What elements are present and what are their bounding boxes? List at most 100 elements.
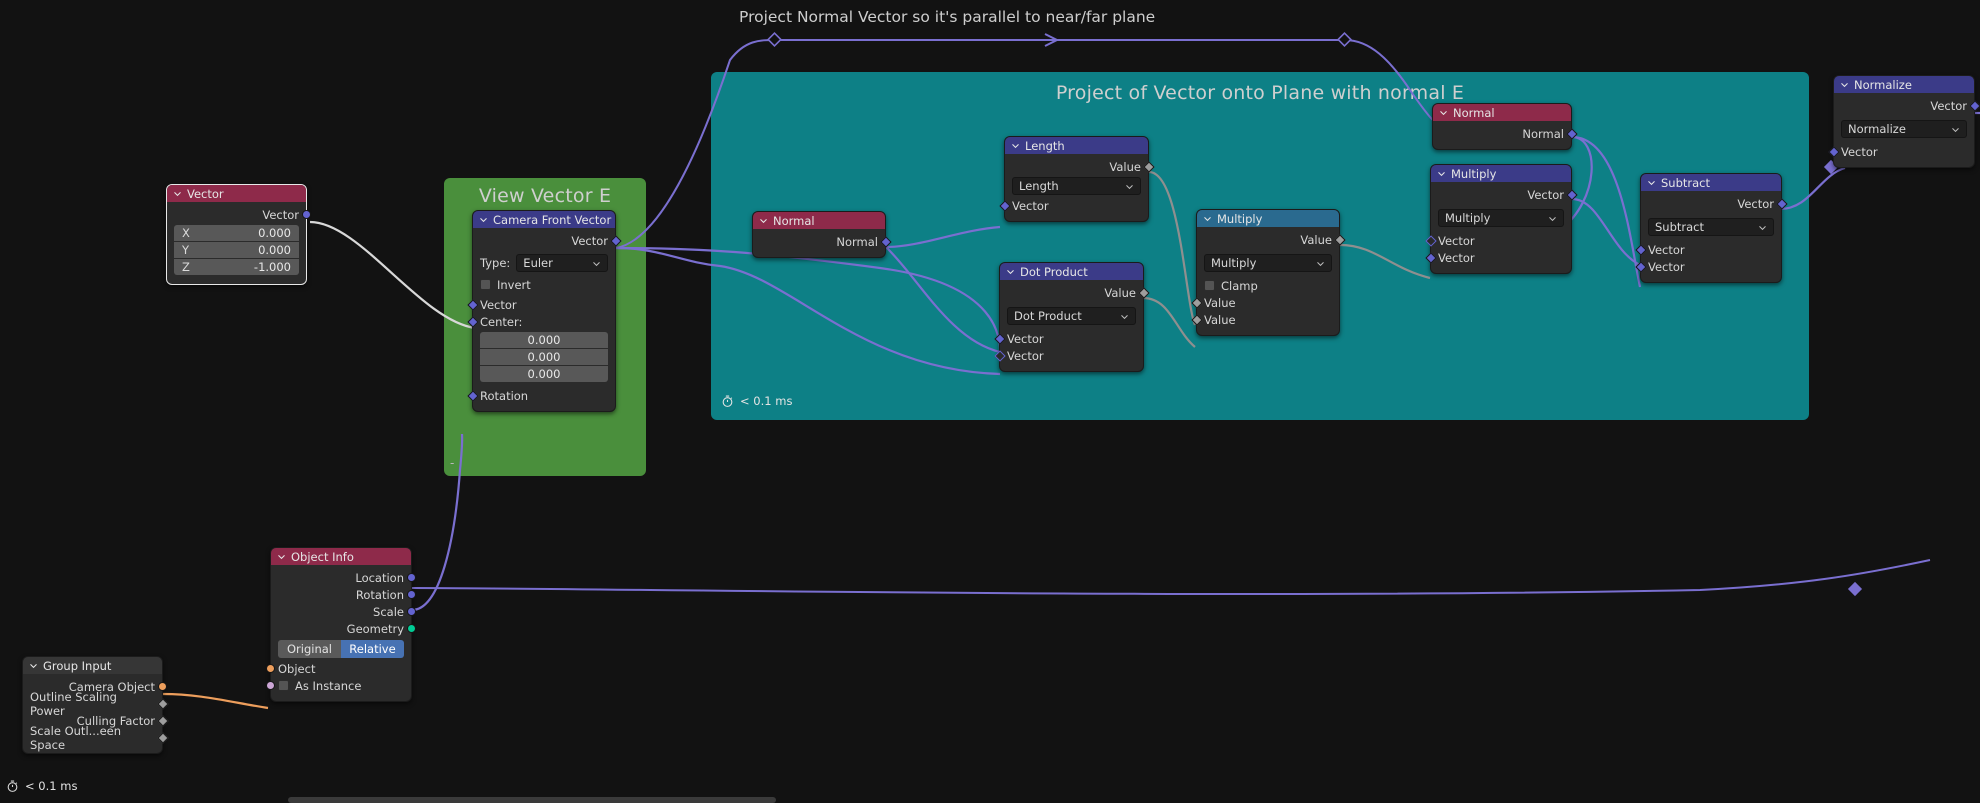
output-socket-scale[interactable]: [407, 607, 416, 616]
output-socket-geometry[interactable]: [407, 624, 416, 633]
node-camera-front-vector-header[interactable]: Camera Front Vector: [473, 211, 615, 228]
socket-row-vector-in-2[interactable]: Vector: [993, 347, 1143, 364]
field-x[interactable]: X 0.000: [174, 225, 299, 241]
socket-row-location[interactable]: Location: [271, 569, 416, 586]
input-socket-center[interactable]: [466, 315, 479, 328]
input-socket-vector-2[interactable]: [1634, 260, 1647, 273]
operation-dropdown[interactable]: Multiply: [1204, 254, 1332, 272]
socket-row-vector-in-1[interactable]: Vector: [1634, 241, 1781, 258]
as-instance-checkbox[interactable]: [278, 680, 289, 691]
socket-row-rotation-in[interactable]: Rotation: [466, 387, 615, 404]
socket-row-vector-in-2[interactable]: Vector: [1424, 249, 1571, 266]
input-socket-vector-1[interactable]: [993, 332, 1006, 345]
socket-row-value-out[interactable]: Value: [1000, 284, 1150, 301]
node-vector-input[interactable]: Vector Vector X 0.000 Y 0.000 Z -1.000: [166, 184, 311, 285]
input-socket-vector-1[interactable]: [1634, 243, 1647, 256]
center-z[interactable]: 0.000: [480, 366, 608, 382]
node-group-input-header[interactable]: Group Input: [23, 657, 162, 674]
socket-row-geometry[interactable]: Geometry: [271, 620, 416, 637]
chevron-down-icon[interactable]: [1011, 141, 1020, 150]
operation-dropdown[interactable]: Subtract: [1648, 218, 1774, 236]
socket-row-vector-out[interactable]: Vector: [1834, 97, 1980, 114]
chevron-down-icon[interactable]: [1437, 169, 1446, 178]
socket-row-as-instance[interactable]: As Instance: [266, 677, 411, 694]
input-socket-vector-2[interactable]: [1424, 251, 1437, 264]
clamp-checkbox[interactable]: [1204, 280, 1215, 291]
input-socket-object[interactable]: [266, 664, 275, 673]
toggle-original[interactable]: Original: [278, 640, 341, 658]
socket-row-vector-in[interactable]: Vector: [998, 197, 1148, 214]
socket-row-vector-in-2[interactable]: Vector: [1634, 258, 1781, 275]
output-socket-value[interactable]: [1333, 233, 1346, 246]
socket-row-outline-scaling-power[interactable]: Outline Scaling Power: [23, 690, 169, 718]
chevron-down-icon[interactable]: [29, 661, 38, 670]
output-socket-culling-factor[interactable]: [156, 714, 169, 727]
node-multiply-math-header[interactable]: Multiply: [1197, 210, 1339, 227]
center-x[interactable]: 0.000: [480, 332, 608, 348]
input-socket-value-2[interactable]: [1190, 313, 1203, 326]
node-multiply-vector[interactable]: Multiply Vector Multiply Vector Vector: [1424, 164, 1578, 274]
chevron-down-icon[interactable]: [1647, 178, 1656, 187]
field-z[interactable]: Z -1.000: [174, 259, 299, 275]
operation-row[interactable]: Length: [1005, 175, 1148, 197]
output-socket-vector[interactable]: [302, 210, 311, 219]
socket-row-normal-out[interactable]: Normal: [753, 233, 892, 250]
output-socket-vector[interactable]: [1565, 188, 1578, 201]
chevron-down-icon[interactable]: [1203, 214, 1212, 223]
socket-row-normal-out[interactable]: Normal: [1433, 125, 1578, 142]
chevron-down-icon[interactable]: [1006, 267, 1015, 276]
node-normal-a-header[interactable]: Normal: [753, 212, 885, 229]
output-socket-vector[interactable]: [1775, 197, 1788, 210]
node-dot-product[interactable]: Dot Product Value Dot Product Vector Vec…: [993, 262, 1150, 372]
socket-row-rotation[interactable]: Rotation: [271, 586, 416, 603]
type-row[interactable]: Type: Euler: [473, 253, 615, 273]
socket-row-scale[interactable]: Scale: [271, 603, 416, 620]
output-socket-value[interactable]: [1142, 160, 1155, 173]
node-subtract[interactable]: Subtract Vector Subtract Vector Vector: [1634, 173, 1788, 283]
input-socket-vector-2[interactable]: [993, 349, 1006, 362]
node-dot-product-header[interactable]: Dot Product: [1000, 263, 1143, 280]
socket-row-vector-in-1[interactable]: Vector: [1424, 232, 1571, 249]
chevron-down-icon[interactable]: [479, 215, 488, 224]
operation-row[interactable]: Dot Product: [1000, 305, 1143, 327]
input-socket-vector[interactable]: [998, 199, 1011, 212]
chevron-down-icon[interactable]: [277, 552, 286, 561]
output-socket-location[interactable]: [407, 573, 416, 582]
node-normal-a[interactable]: Normal Normal: [752, 211, 892, 258]
node-subtract-header[interactable]: Subtract: [1641, 174, 1781, 191]
socket-row-value-out[interactable]: Value: [1005, 158, 1155, 175]
socket-row-vector-in[interactable]: Vector: [1827, 143, 1974, 160]
socket-row-vector-out[interactable]: Vector: [1641, 195, 1788, 212]
node-camera-front-vector[interactable]: Camera Front Vector Vector Type: Euler I…: [466, 210, 622, 412]
node-length-header[interactable]: Length: [1005, 137, 1148, 154]
chevron-down-icon[interactable]: [1840, 80, 1849, 89]
center-xyz-fields[interactable]: 0.000 0.000 0.000: [473, 330, 615, 384]
socket-row-vector-out[interactable]: Vector: [167, 206, 311, 223]
input-socket-value-1[interactable]: [1190, 296, 1203, 309]
center-y[interactable]: 0.000: [480, 349, 608, 365]
operation-dropdown[interactable]: Multiply: [1438, 209, 1564, 227]
output-socket-rotation[interactable]: [407, 590, 416, 599]
node-length[interactable]: Length Value Length Vector: [998, 136, 1155, 222]
output-socket-normal[interactable]: [1565, 127, 1578, 140]
node-object-info[interactable]: Object Info Location Rotation Scale Geom…: [266, 547, 416, 702]
horizontal-scrollbar[interactable]: [288, 797, 776, 803]
input-socket-vector[interactable]: [466, 298, 479, 311]
socket-row-value-out[interactable]: Value: [1197, 231, 1346, 248]
output-socket-outline-scaling-power[interactable]: [156, 697, 169, 710]
node-multiply-math[interactable]: Multiply Value Multiply Clamp Value Valu…: [1190, 209, 1346, 336]
node-normal-b[interactable]: Normal Normal: [1432, 103, 1578, 150]
output-socket-scale-outline-screen-space[interactable]: [156, 731, 169, 744]
socket-row-value-in-1[interactable]: Value: [1190, 294, 1339, 311]
field-y[interactable]: Y 0.000: [174, 242, 299, 258]
invert-checkbox-row[interactable]: Invert: [473, 276, 615, 293]
vector-xyz-fields[interactable]: X 0.000 Y 0.000 Z -1.000: [167, 223, 306, 277]
invert-checkbox[interactable]: [480, 279, 491, 290]
socket-row-vector-out[interactable]: Vector: [473, 232, 622, 249]
transform-space-toggle[interactable]: Original Relative: [278, 640, 404, 658]
input-socket-rotation[interactable]: [466, 389, 479, 402]
socket-row-value-in-2[interactable]: Value: [1190, 311, 1339, 328]
operation-row[interactable]: Multiply: [1197, 252, 1339, 274]
operation-dropdown[interactable]: Normalize: [1841, 120, 1967, 138]
chevron-down-icon[interactable]: [1439, 108, 1448, 117]
